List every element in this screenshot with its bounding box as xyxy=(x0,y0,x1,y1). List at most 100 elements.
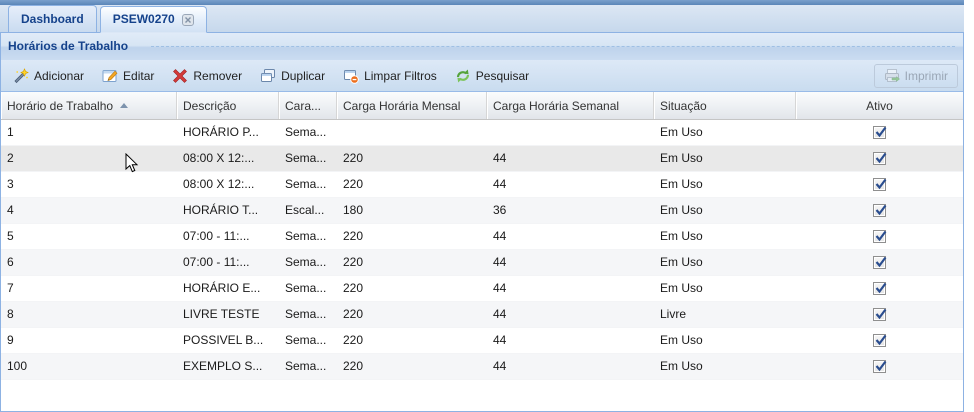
work-schedules-grid: Horário de Trabalho Descrição Cara... Ca… xyxy=(1,92,963,380)
button-label: Limpar Filtros xyxy=(364,68,437,83)
cell-carga-horaria-semanal: 44 xyxy=(493,359,507,373)
table-row[interactable]: 6 07:00 - 11:... Sema... 220 44 Em Uso xyxy=(1,250,963,276)
cell-descricao: EXEMPLO S... xyxy=(183,359,263,373)
cell-ativo xyxy=(796,146,963,171)
cell-carga-horaria-semanal: 44 xyxy=(493,281,507,295)
table-row[interactable]: 8 LIVRE TESTE Sema... 220 44 Livre xyxy=(1,302,963,328)
cell-carga-horaria-mensal: 220 xyxy=(343,229,364,243)
cell-carga-horaria-mensal: 220 xyxy=(343,281,364,295)
cell-horario-de-trabalho: 100 xyxy=(7,359,28,373)
work-schedules-panel: Horários de Trabalho Adicionar Editar Re… xyxy=(0,33,964,412)
ativo-checkbox[interactable] xyxy=(873,360,887,373)
cell-caracteristica: Escal... xyxy=(285,203,325,217)
cell-horario-de-trabalho: 3 xyxy=(7,177,14,191)
cell-carga-horaria-semanal: 36 xyxy=(493,203,507,217)
cell-carga-horaria-mensal: 180 xyxy=(343,203,364,217)
cell-descricao: HORÁRIO E... xyxy=(183,281,261,295)
search-button[interactable]: Pesquisar xyxy=(448,65,536,87)
cell-descricao: LIVRE TESTE xyxy=(183,307,260,321)
column-header-carga-horaria-mensal[interactable]: Carga Horária Mensal xyxy=(337,92,487,119)
duplicate-button[interactable]: Duplicar xyxy=(253,65,332,87)
column-header-ativo[interactable]: Ativo xyxy=(796,92,963,119)
column-header-situacao[interactable]: Situação xyxy=(654,92,796,119)
tab-psew0270[interactable]: PSEW0270 xyxy=(99,6,207,33)
column-header-caracteristica[interactable]: Cara... xyxy=(279,92,337,119)
tab-label: Dashboard xyxy=(21,11,84,26)
table-row[interactable]: 5 07:00 - 11:... Sema... 220 44 Em Uso xyxy=(1,224,963,250)
tab-label: PSEW0270 xyxy=(112,12,175,26)
button-label: Remover xyxy=(193,68,243,83)
tab-close-icon[interactable] xyxy=(181,13,194,26)
cell-horario-de-trabalho: 8 xyxy=(7,307,14,321)
ativo-checkbox[interactable] xyxy=(873,334,887,347)
cell-horario-de-trabalho: 2 xyxy=(7,151,14,165)
cell-caracteristica: Sema... xyxy=(285,125,327,139)
remove-button[interactable]: Remover xyxy=(165,65,249,87)
cell-descricao: HORÁRIO P... xyxy=(183,125,259,139)
cell-descricao: 08:00 X 12:... xyxy=(183,177,255,191)
column-header-carga-horaria-semanal[interactable]: Carga Horária Semanal xyxy=(487,92,654,119)
application-window: Dashboard PSEW0270 Horários de Trabalho … xyxy=(0,0,964,412)
panel-header: Horários de Trabalho xyxy=(1,33,963,60)
cell-ativo xyxy=(796,276,963,301)
cell-descricao: POSSIVEL B... xyxy=(183,333,264,347)
grid-header-row: Horário de Trabalho Descrição Cara... Ca… xyxy=(1,92,963,120)
edit-pencil-icon xyxy=(102,68,118,84)
cell-ativo xyxy=(796,224,963,249)
ativo-checkbox[interactable] xyxy=(873,204,887,217)
ativo-checkbox[interactable] xyxy=(873,308,887,321)
cell-caracteristica: Sema... xyxy=(285,333,327,347)
table-row[interactable]: 100 EXEMPLO S... Sema... 220 44 Em Uso xyxy=(1,354,963,380)
ativo-checkbox[interactable] xyxy=(873,152,887,165)
tab-dashboard[interactable]: Dashboard xyxy=(8,5,97,32)
cell-caracteristica: Sema... xyxy=(285,229,327,243)
column-header-horario-de-trabalho[interactable]: Horário de Trabalho xyxy=(1,92,177,119)
cell-ativo xyxy=(796,354,963,379)
cell-ativo xyxy=(796,302,963,327)
cell-carga-horaria-mensal: 220 xyxy=(343,307,364,321)
ativo-checkbox[interactable] xyxy=(873,230,887,243)
table-row[interactable]: 3 08:00 X 12:... Sema... 220 44 Em Uso xyxy=(1,172,963,198)
ativo-checkbox[interactable] xyxy=(873,282,887,295)
clear-filters-button[interactable]: Limpar Filtros xyxy=(336,65,444,87)
cell-carga-horaria-semanal: 44 xyxy=(493,307,507,321)
cell-situacao: Em Uso xyxy=(660,333,703,347)
button-label: Imprimir xyxy=(904,68,948,83)
table-row[interactable]: 9 POSSIVEL B... Sema... 220 44 Em Uso xyxy=(1,328,963,354)
cell-descricao: HORÁRIO T... xyxy=(183,203,259,217)
cell-ativo xyxy=(796,198,963,223)
cell-situacao: Em Uso xyxy=(660,229,703,243)
add-button[interactable]: Adicionar xyxy=(6,65,91,87)
print-button[interactable]: Imprimir xyxy=(873,63,958,88)
column-label: Horário de Trabalho xyxy=(7,98,114,113)
column-header-descricao[interactable]: Descrição xyxy=(177,92,279,119)
cell-horario-de-trabalho: 5 xyxy=(7,229,14,243)
tab-bar: Dashboard PSEW0270 xyxy=(0,5,964,33)
ativo-checkbox[interactable] xyxy=(873,126,887,139)
cell-ativo xyxy=(796,120,963,145)
cell-situacao: Em Uso xyxy=(660,255,703,269)
table-row[interactable]: 4 HORÁRIO T... Escal... 180 36 Em Uso xyxy=(1,198,963,224)
column-label: Carga Horária Mensal xyxy=(343,98,461,113)
ativo-checkbox[interactable] xyxy=(873,256,887,269)
cell-carga-horaria-semanal xyxy=(487,120,654,145)
cell-situacao: Livre xyxy=(660,307,687,321)
table-row[interactable]: 7 HORÁRIO E... Sema... 220 44 Em Uso xyxy=(1,276,963,302)
remove-cross-icon xyxy=(172,68,188,84)
cell-carga-horaria-mensal: 220 xyxy=(343,359,364,373)
cell-horario-de-trabalho: 1 xyxy=(7,125,14,139)
cell-descricao: 07:00 - 11:... xyxy=(183,229,250,243)
table-row[interactable]: 2 08:00 X 12:... Sema... 220 44 Em Uso xyxy=(1,146,963,172)
cell-ativo xyxy=(796,172,963,197)
button-label: Editar xyxy=(123,68,155,83)
edit-button[interactable]: Editar xyxy=(95,65,161,87)
cell-carga-horaria-semanal: 44 xyxy=(493,255,507,269)
grid-body: 1 HORÁRIO P... Sema... Em Uso 2 08:00 X 12:..… xyxy=(1,120,963,380)
ativo-checkbox[interactable] xyxy=(873,178,887,191)
cell-horario-de-trabalho: 7 xyxy=(7,281,14,295)
column-label: Carga Horária Semanal xyxy=(493,98,620,113)
table-row[interactable]: 1 HORÁRIO P... Sema... Em Uso xyxy=(1,120,963,146)
cell-ativo xyxy=(796,328,963,353)
cell-descricao: 07:00 - 11:... xyxy=(183,255,250,269)
button-label: Pesquisar xyxy=(475,68,530,83)
